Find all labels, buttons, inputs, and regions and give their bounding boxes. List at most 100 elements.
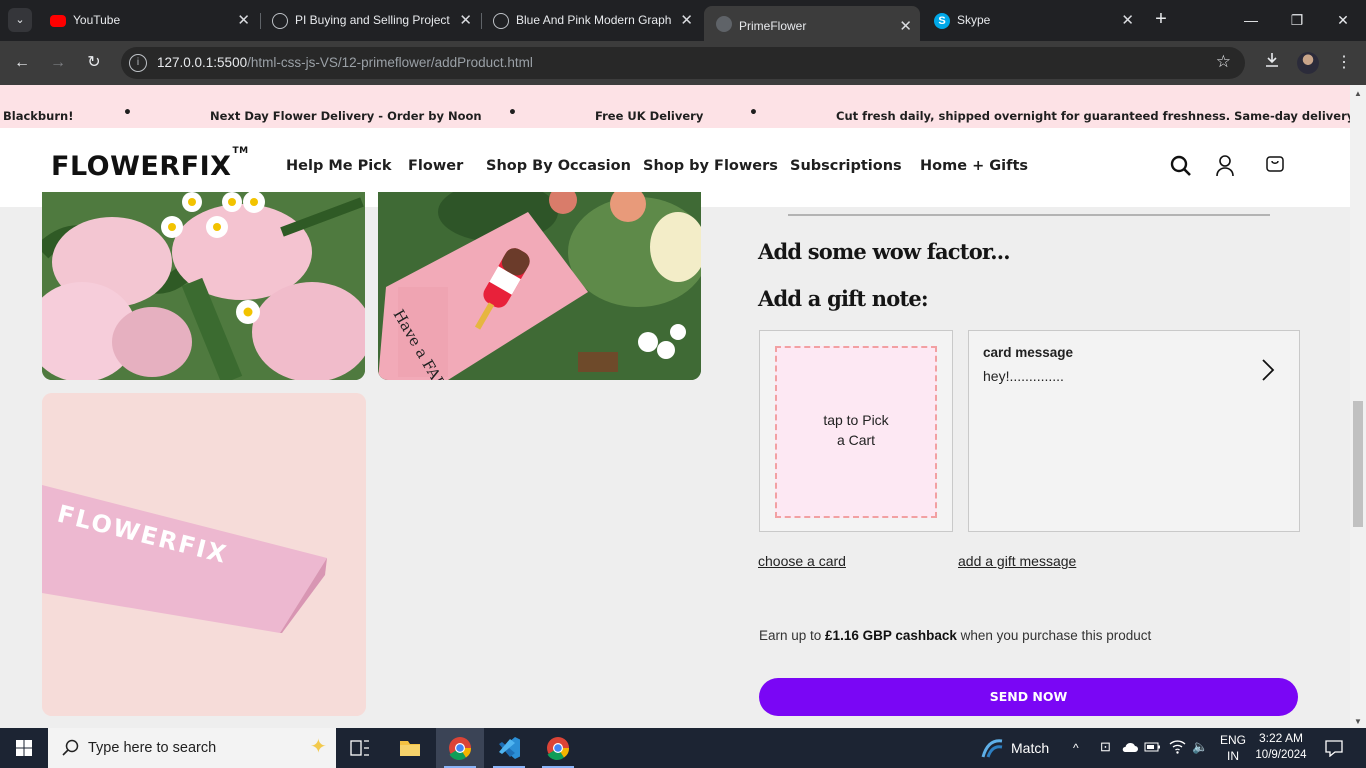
browser-toolbar: ← → ↻ i 127.0.0.1:5500/html-css-js-VS/12… [0,41,1366,85]
restore-button[interactable]: ❐ [1274,0,1320,40]
forward-button[interactable]: → [46,51,70,75]
battery-icon[interactable] [1144,741,1161,753]
show-hidden-icons-chevron[interactable]: ^ [1073,728,1087,768]
wifi-icon[interactable] [1169,739,1186,754]
announcement-text: Cut fresh daily, shipped overnight for g… [836,109,1350,123]
close-tab-icon[interactable]: ✕ [237,6,250,35]
choose-card-link[interactable]: choose a card [758,553,846,569]
url-text[interactable]: 127.0.0.1:5500/html-css-js-VS/12-primefl… [157,47,533,79]
flowerfix-box-image: FLOWERFIX [42,393,366,716]
cricket-match-icon [981,739,1003,758]
card-message-text[interactable]: hey!.............. [983,368,1064,384]
notifications-button[interactable] [1322,728,1346,768]
chrome-icon [449,737,472,760]
bullet-separator: • [123,105,132,121]
clock-time: 3:22 AM [1258,731,1304,745]
task-view-button[interactable] [336,728,384,768]
globe-icon [272,13,288,29]
close-tab-icon[interactable]: ✕ [459,6,472,35]
tab-title: Blue And Pink Modern Graphic [516,13,671,27]
file-explorer-button[interactable] [386,728,434,768]
wow-factor-heading: Add some wow factor... [758,239,1011,264]
search-placeholder: Type here to search [88,740,217,756]
chrome-taskbar-button-2[interactable] [534,728,582,768]
flowerfix-logo[interactable]: FLOWERFIXTM [51,146,249,182]
tab-title: PI Buying and Selling Project [295,13,450,27]
tab-title: YouTube [73,13,121,27]
vscode-taskbar-button[interactable] [485,728,533,768]
weather-widget[interactable]: Match [980,728,1070,768]
send-now-button[interactable]: SEND NOW [759,678,1298,716]
vscode-icon [499,737,520,759]
input-language-indicator[interactable]: ENG IN [1219,728,1247,768]
search-icon[interactable] [1169,154,1193,178]
scrollbar-thumb[interactable] [1353,401,1363,527]
chrome-taskbar-button[interactable] [436,728,484,768]
reload-button[interactable]: ↻ [82,51,106,75]
tab-pi-buying-selling[interactable]: PI Buying and Selling Project ✕ [260,6,480,35]
tab-skype[interactable]: S Skype ✕ [922,6,1142,35]
system-tray-icons: ⊡ 🔈 [1097,728,1217,768]
tab-youtube[interactable]: YouTube ✕ [38,6,258,35]
flower-bouquet-image [42,192,365,380]
meet-now-icon[interactable]: ⊡ [1100,739,1111,755]
nav-home-gifts[interactable]: Home + Gifts [920,158,1028,174]
folder-icon [400,741,420,756]
tab-title: Skype [957,13,991,27]
bullet-separator: • [508,105,517,121]
page-scrollbar[interactable]: ▲ ▼ [1350,85,1366,728]
skype-icon: S [934,13,950,29]
card-picker-panel: tap to Pick a Cart [759,330,953,532]
back-button[interactable]: ← [10,51,34,75]
profile-avatar[interactable] [1297,52,1319,74]
product-image-flowers[interactable] [42,192,365,380]
nav-help-me-pick[interactable]: Help Me Pick [286,158,392,174]
page-viewport: Blackburn! • Next Day Flower Delivery - … [0,85,1350,728]
browser-menu-icon[interactable]: ⋮ [1332,51,1356,75]
close-tab-icon[interactable]: ✕ [1121,6,1134,35]
search-icon [62,739,79,756]
cart-bag-icon[interactable] [1265,152,1285,174]
add-gift-message-link[interactable]: add a gift message [958,553,1076,569]
pick-card-dropzone[interactable]: tap to Pick a Cart [775,346,937,518]
volume-icon[interactable]: 🔈 [1192,739,1208,755]
announcement-text: Blackburn! [3,109,74,123]
sparkle-icon: ✦ [310,736,327,758]
chevron-right-icon[interactable] [1261,358,1275,382]
close-tab-icon[interactable]: ✕ [899,6,912,41]
tab-primeflower[interactable]: PrimeFlower ✕ [704,6,920,41]
product-image-packaging[interactable]: FLOWERFIX [42,393,366,716]
download-icon[interactable] [1260,51,1284,75]
bullet-separator: • [749,105,758,121]
announcement-text: Free UK Delivery [595,109,704,123]
nav-flower[interactable]: Flower [408,158,463,174]
scroll-up-arrow[interactable]: ▲ [1353,89,1363,98]
close-tab-icon[interactable]: ✕ [680,6,693,35]
tab-search-button[interactable]: ⌄ [8,8,32,32]
address-bar[interactable]: i 127.0.0.1:5500/html-css-js-VS/12-prime… [121,47,1245,79]
new-tab-button[interactable]: + [1150,8,1172,30]
nav-shop-by-flowers[interactable]: Shop by Flowers [643,158,778,174]
product-image-card[interactable]: Have a FAB ... [378,192,701,380]
close-window-button[interactable]: ✕ [1320,0,1366,40]
announcement-bar: Blackburn! • Next Day Flower Delivery - … [0,85,1350,128]
minimize-button[interactable]: — [1228,0,1274,40]
start-button[interactable] [0,728,48,768]
nav-subscriptions[interactable]: Subscriptions [790,158,902,174]
account-icon[interactable] [1214,154,1236,178]
nav-shop-by-occasion[interactable]: Shop By Occasion [486,158,631,174]
clock-date: 10/9/2024 [1255,749,1307,761]
onedrive-cloud-icon[interactable] [1121,741,1138,753]
bookmark-star-icon[interactable]: ☆ [1216,52,1231,72]
browser-tab-bar: ⌄ YouTube ✕ PI Buying and Selling Projec… [0,0,1366,41]
scroll-down-arrow[interactable]: ▼ [1353,717,1363,726]
notification-icon [1325,740,1343,757]
taskbar-search-box[interactable]: Type here to search ✦ [48,728,336,768]
gift-note-heading: Add a gift note: [758,286,929,311]
tab-blue-pink-graphic[interactable]: Blue And Pink Modern Graphic ✕ [481,6,701,35]
clock[interactable]: 3:22 AM 10/9/2024 [1253,728,1309,768]
windows-taskbar: Type here to search ✦ Match ^ ⊡ 🔈 ENG IN… [0,728,1366,768]
windows-logo-icon [16,740,32,756]
card-message-panel[interactable]: card message hey!.............. [968,330,1300,532]
site-info-icon[interactable]: i [129,54,147,72]
